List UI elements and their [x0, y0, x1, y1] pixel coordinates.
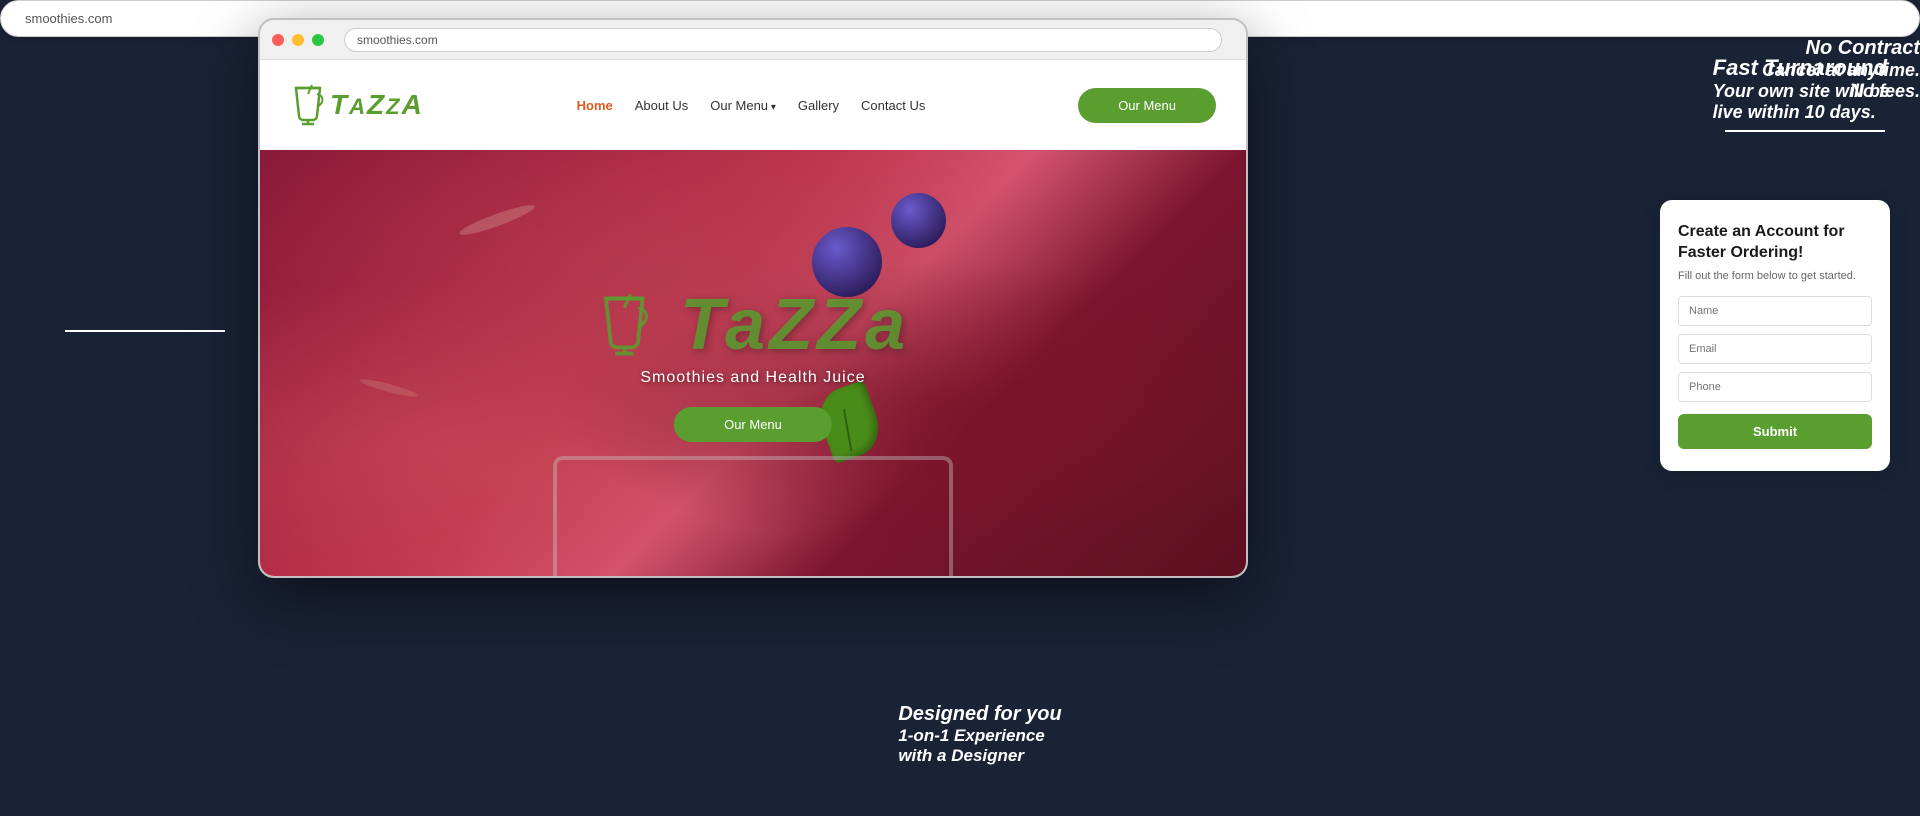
texture-1	[458, 201, 537, 240]
hero-section: TaZZa Smoothies and Health Juice Our Men…	[260, 150, 1246, 576]
hero-cta-button[interactable]: Our Menu	[674, 407, 832, 442]
account-panel: Create an Account for Faster Ordering! F…	[1660, 200, 1890, 471]
glass-rim	[553, 456, 953, 576]
designed-line2: 1-on-1 Experience	[898, 726, 1061, 746]
nav-about[interactable]: About Us	[635, 98, 688, 113]
nav-menu[interactable]: Our Menu	[710, 98, 776, 113]
navbar: TAZZA Home About Us Our Menu Gallery Con…	[260, 60, 1246, 150]
phone-input[interactable]	[1678, 372, 1872, 402]
designed-line1: Designed for you	[898, 703, 1061, 726]
dot-yellow	[292, 34, 304, 46]
hero-subtitle: Smoothies and Health Juice	[597, 369, 909, 387]
email-input[interactable]	[1678, 334, 1872, 364]
hero-background: TaZZa Smoothies and Health Juice Our Men…	[260, 150, 1246, 576]
fast-turnaround-line1: Fast Turnaround	[1713, 55, 1890, 81]
submit-button[interactable]: Submit	[1678, 414, 1872, 449]
fast-turnaround-line3: live within 10 days.	[1713, 102, 1890, 123]
logo: TAZZA	[290, 84, 424, 126]
account-title: Create an Account for Faster Ordering!	[1678, 222, 1872, 264]
logo-cup-icon	[290, 84, 326, 126]
dot-red	[272, 34, 284, 46]
address-bar[interactable]: smoothies.com	[344, 28, 1222, 52]
browser-chrome: smoothies.com	[260, 20, 1246, 60]
divider-right	[1725, 130, 1885, 132]
nav-gallery[interactable]: Gallery	[798, 98, 839, 113]
hero-logo-big: TaZZa	[597, 284, 909, 361]
blueberry-small	[891, 193, 946, 248]
browser-mockup: smoothies.com TAZZA	[258, 18, 1248, 578]
bottom-label: Designed for you 1-on-1 Experience with …	[898, 703, 1061, 766]
nav-contact[interactable]: Contact Us	[861, 98, 925, 113]
divider-left	[65, 330, 225, 332]
hero-logo-text: TaZZa	[680, 285, 909, 365]
fast-turnaround-line2: Your own site will be	[1713, 81, 1890, 102]
texture-2	[359, 377, 419, 400]
dot-green-chrome	[312, 34, 324, 46]
logo-text: TAZZA	[330, 89, 424, 121]
navbar-cta-button[interactable]: Our Menu	[1078, 88, 1216, 123]
name-input[interactable]	[1678, 296, 1872, 326]
hero-cup-icon	[597, 292, 652, 357]
website-content: TAZZA Home About Us Our Menu Gallery Con…	[260, 60, 1246, 576]
account-subtitle: Fill out the form below to get started.	[1678, 270, 1872, 282]
nav-home[interactable]: Home	[577, 98, 613, 113]
hero-center-content: TaZZa Smoothies and Health Juice Our Men…	[597, 284, 909, 442]
fast-turnaround-label: Fast Turnaround Your own site will be li…	[1713, 55, 1890, 123]
designed-line3: with a Designer	[898, 746, 1061, 766]
nav-links: Home About Us Our Menu Gallery Contact U…	[577, 98, 926, 113]
